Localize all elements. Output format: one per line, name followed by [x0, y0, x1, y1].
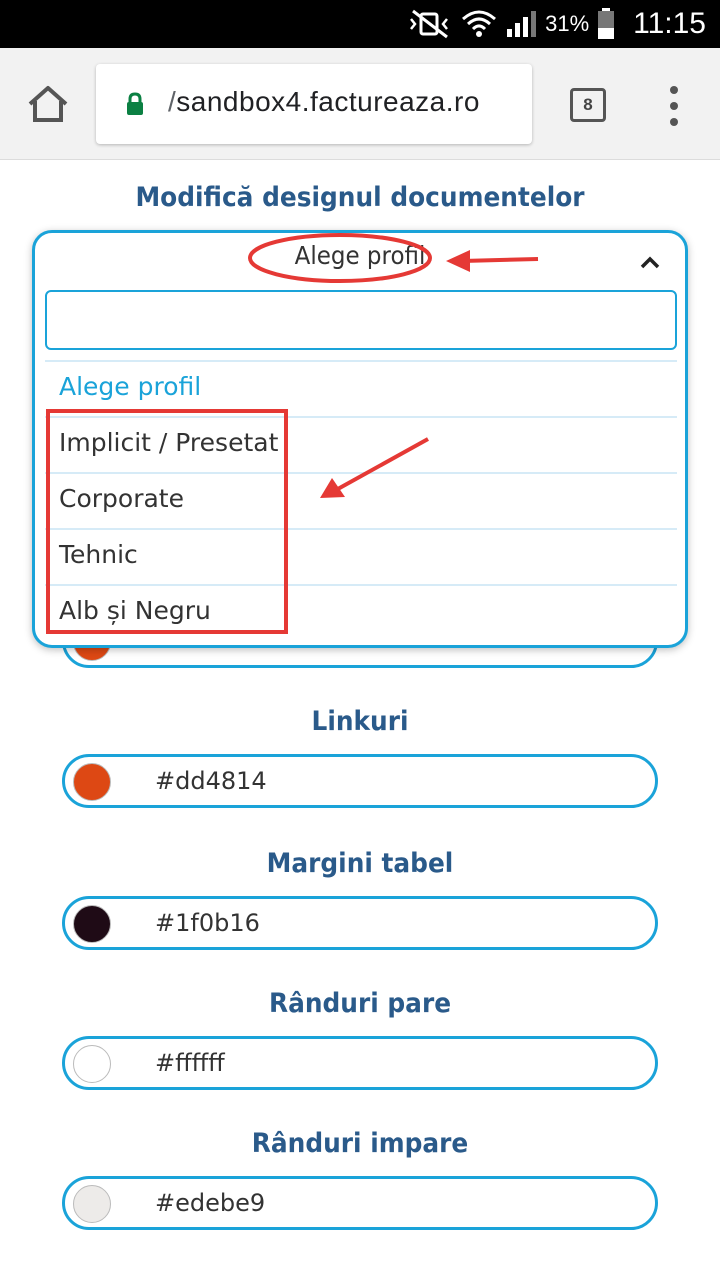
battery-icon: [598, 8, 615, 39]
url-domain: sandbox4.factureaza.ro: [176, 86, 480, 117]
color-field-linkuri[interactable]: #dd4814: [62, 754, 658, 808]
dropdown-option-corporate[interactable]: Corporate: [45, 472, 677, 526]
color-field-randuri-impare[interactable]: #edebe9: [62, 1176, 658, 1230]
dropdown-option-alege-profil[interactable]: Alege profil: [45, 360, 677, 414]
profile-dropdown[interactable]: Alege profil Alege profil Implicit / Pre…: [32, 230, 688, 648]
dropdown-option-alb-si-negru[interactable]: Alb și Negru: [45, 584, 677, 638]
field-label-margini-tabel: Margini tabel: [266, 848, 454, 879]
lock-icon: [127, 92, 143, 115]
color-value: #dd4814: [155, 767, 267, 795]
overflow-menu-icon[interactable]: [664, 86, 684, 126]
chevron-up-icon[interactable]: [639, 255, 661, 269]
wifi-icon: [462, 10, 497, 37]
color-value: #edebe9: [155, 1189, 266, 1217]
color-swatch[interactable]: [73, 905, 111, 943]
home-icon[interactable]: [26, 84, 70, 124]
field-label-linkuri: Linkuri: [311, 706, 409, 737]
url-text: /sandbox4.factureaza.ro: [168, 86, 480, 118]
dropdown-option-tehnic[interactable]: Tehnic: [45, 528, 677, 582]
color-field-margini-tabel[interactable]: #1f0b16: [62, 896, 658, 950]
field-label-randuri-impare: Rânduri impare: [251, 1128, 469, 1159]
dropdown-selected-value[interactable]: Alege profil: [61, 241, 659, 270]
field-label-randuri-pare: Rânduri pare: [268, 988, 452, 1019]
dropdown-option-implicit[interactable]: Implicit / Presetat: [45, 416, 677, 470]
battery-percent: 31%: [545, 11, 590, 36]
vibrate-mute-icon: [410, 9, 449, 39]
color-value: #ffffff: [155, 1049, 225, 1077]
clock: 11:15: [633, 7, 706, 40]
color-value: #1f0b16: [155, 909, 260, 937]
color-swatch[interactable]: [73, 763, 111, 801]
signal-icon: [507, 11, 537, 37]
color-swatch[interactable]: [73, 1185, 111, 1223]
status-bar: 31% 11:15: [0, 0, 720, 48]
color-field-randuri-pare[interactable]: #ffffff: [62, 1036, 658, 1090]
color-swatch[interactable]: [73, 1045, 111, 1083]
tab-switcher-button[interactable]: 8: [570, 88, 606, 122]
page-title: Modifică designul documentelor: [135, 182, 585, 213]
address-bar[interactable]: /sandbox4.factureaza.ro: [96, 64, 532, 144]
browser-toolbar: /sandbox4.factureaza.ro 8: [0, 48, 720, 160]
dropdown-search-input[interactable]: [45, 290, 677, 350]
